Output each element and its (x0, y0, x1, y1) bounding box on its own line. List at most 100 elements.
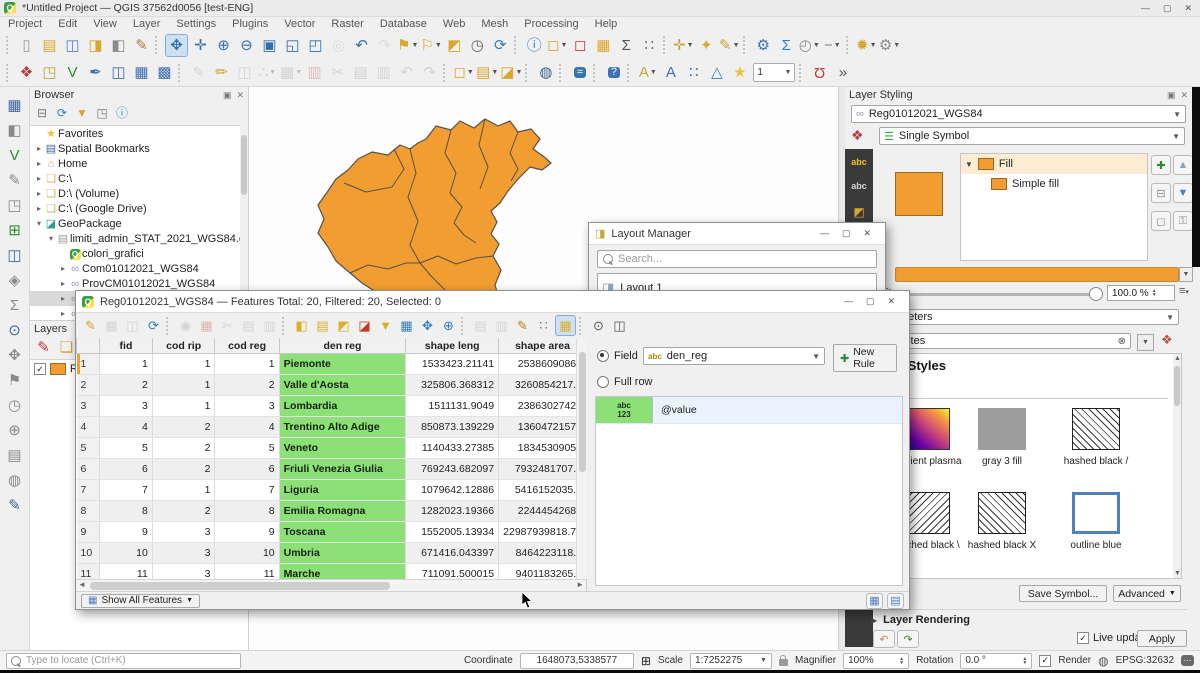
cell-fid[interactable]: 1 (100, 354, 153, 375)
cell-cod-rip[interactable]: 2 (152, 438, 215, 459)
3d-view-tab-icon[interactable]: ◩ (853, 205, 864, 219)
browser-item-home[interactable]: ▸⌂Home (30, 156, 240, 171)
cell-den-reg[interactable]: Emilia Romagna (279, 501, 406, 522)
cell-cod-rip[interactable]: 1 (152, 375, 215, 396)
style-manager-icon[interactable]: ✎ (131, 35, 152, 56)
style-tile-outline[interactable] (1072, 492, 1120, 534)
zoom-out-icon[interactable]: ⊖ (236, 35, 257, 56)
undock-panel-icon[interactable]: ▣ (223, 90, 232, 101)
time-tool-icon[interactable]: ◷ (4, 395, 25, 416)
fullrow-radio[interactable] (597, 376, 609, 388)
duplicate-symbol-button[interactable]: ◻ (1151, 211, 1171, 231)
table-row[interactable]: 1111311Marche711091.5000159401183265.4 (77, 564, 587, 580)
globe-tool-icon[interactable]: ◍ (4, 470, 25, 491)
fullrow-radio-option[interactable]: Full row (597, 376, 653, 388)
cell-shape-area[interactable]: 9401183265.4 (499, 564, 587, 580)
dialog-close-button[interactable]: ✕ (863, 228, 871, 239)
cell-cod-rip[interactable]: 1 (152, 480, 215, 501)
pan-tool-icon[interactable]: ✥ (4, 345, 25, 366)
symbol-tree-fill-row[interactable]: ▼ Fill (961, 154, 1147, 174)
browser-item-com01012021-wgs84[interactable]: ▸∞Com01012021_WGS84 (30, 261, 240, 276)
cell-shape-area[interactable]: 18345309055 (499, 438, 587, 459)
attribute-table-grid[interactable]: fidcod ripcod regden regshape lengshape … (76, 338, 588, 579)
cell-fid[interactable]: 3 (100, 396, 153, 417)
style-tile-gray[interactable] (978, 408, 1026, 450)
zoom-last-icon[interactable]: ↶ (351, 35, 372, 56)
form-view-icon[interactable]: ▤ (887, 593, 904, 609)
cell-shape-area[interactable]: 25386090869 (499, 354, 587, 375)
undock-styling-icon[interactable]: ▣ (1167, 90, 1176, 101)
metasearch-icon[interactable]: ◍ (535, 62, 556, 83)
add-group-icon[interactable]: ❏ (56, 337, 77, 358)
cell-cod-reg[interactable]: 3 (215, 396, 279, 417)
table-horizontal-scrollbar[interactable]: ◄ ► (76, 579, 587, 591)
browser-item-limiti-admin-stat-2021-wgs84-gpkg[interactable]: ▾▤limiti_admin_STAT_2021_WGS84.gpkg (30, 231, 240, 246)
pan-to-selection-icon[interactable]: ✥ (418, 316, 437, 335)
statistics-summary-icon[interactable]: ∷ (639, 35, 660, 56)
python-console-icon[interactable]: ≈ (569, 62, 590, 83)
column-header-fid[interactable]: fid (100, 338, 153, 354)
cell-shape-area[interactable]: 22987939818.78 (499, 522, 587, 543)
column-header-cod-reg[interactable]: cod reg (215, 338, 279, 354)
menu-settings[interactable]: Settings (168, 18, 224, 30)
minus-tool-icon[interactable]: −▼ (822, 35, 843, 56)
unit-select[interactable]: Millimeters ▼ (875, 309, 1179, 325)
table-row[interactable]: 1111Piemonte1533423.2114125386090869 (77, 354, 587, 375)
cell-fid[interactable]: 11 (100, 564, 153, 580)
zoom-in-icon[interactable]: ⊕ (213, 35, 234, 56)
render-checkbox[interactable]: ✓ (1039, 655, 1051, 667)
cell-cod-reg[interactable]: 5 (215, 438, 279, 459)
cell-shape-leng[interactable]: 1552005.13934 (406, 522, 499, 543)
opacity-slider-handle[interactable] (1089, 287, 1103, 301)
cell-den-reg[interactable]: Valle d'Aosta (279, 375, 406, 396)
move-selection-top-icon[interactable]: ▦ (397, 316, 416, 335)
format-rule-row[interactable]: abc 123 @value (596, 397, 902, 424)
browser-item-c-[interactable]: ▸❏C:\ (30, 171, 240, 186)
collapse-all-icon[interactable]: ⊟ (33, 104, 51, 122)
toolbar-overflow-icon[interactable]: » (832, 62, 853, 83)
map-tips-icon[interactable]: ✦ (696, 35, 717, 56)
reload-table-icon[interactable]: ⟳ (144, 316, 163, 335)
browser-item-geopackage[interactable]: ▾◪GeoPackage (30, 216, 240, 231)
layer-panel-tool-icon[interactable]: ◧ (4, 120, 25, 141)
cell-fid[interactable]: 6 (100, 459, 153, 480)
menu-help[interactable]: Help (587, 18, 626, 30)
live-update-checkbox[interactable]: ✓ (1077, 632, 1089, 644)
move-up-button[interactable]: ▲ (1173, 155, 1193, 175)
add-postgis-layer-icon[interactable]: ◫ (108, 62, 129, 83)
browser-item-d-volume-[interactable]: ▸❏D:\ (Volume) (30, 186, 240, 201)
table-row[interactable]: 2212Valle d'Aosta325806.3683123260854217… (77, 375, 587, 396)
cell-shape-leng[interactable]: 1533423.21141 (406, 354, 499, 375)
cell-cod-reg[interactable]: 6 (215, 459, 279, 480)
menu-database[interactable]: Database (372, 18, 435, 30)
snapping-magnet-icon[interactable]: Ω (809, 62, 830, 83)
symbol-tree-simplefill-row[interactable]: Simple fill (961, 174, 1147, 194)
add-vector-layer-icon[interactable]: V (62, 62, 83, 83)
label-tool-icon[interactable]: A▼ (637, 62, 658, 83)
cell-den-reg[interactable]: Liguria (279, 480, 406, 501)
close-panel-icon[interactable]: ✕ (236, 90, 244, 101)
new-project-icon[interactable]: ▯ (16, 35, 37, 56)
cell-shape-leng[interactable]: 325806.368312 (406, 375, 499, 396)
symbology-tab-icon[interactable]: ❖ (851, 127, 864, 144)
extents-icon[interactable]: ⊞ (641, 654, 651, 668)
processing-toolbox-icon[interactable]: ⚙ (753, 35, 774, 56)
row-number[interactable]: 7 (77, 480, 100, 501)
cell-cod-reg[interactable]: 9 (215, 522, 279, 543)
table-row[interactable]: 4424Trentino Alto Adige850873.1392291360… (77, 417, 587, 438)
attr-close-button[interactable]: ✕ (887, 296, 895, 307)
new-spatial-bookmark-icon[interactable]: ⚑▼ (397, 35, 418, 56)
cell-den-reg[interactable]: Trentino Alto Adige (279, 417, 406, 438)
identify-features-icon[interactable]: ⓘ (524, 35, 545, 56)
add-spatialite-layer-icon[interactable]: ✒ (85, 62, 106, 83)
abacus-icon[interactable]: ∷ (534, 316, 553, 335)
cell-cod-rip[interactable]: 1 (152, 396, 215, 417)
new-rule-button[interactable]: ✚ New Rule (833, 344, 897, 372)
browser-item-colori-grafici[interactable]: Qcolori_grafici (30, 246, 240, 261)
cell-shape-area[interactable]: 13604721571 (499, 417, 587, 438)
field-radio-option[interactable]: Field (597, 350, 638, 362)
annotations-icon[interactable]: ✎▼ (719, 35, 740, 56)
field-select[interactable]: abc den_reg ▼ (643, 347, 825, 365)
table-row[interactable]: 5525Veneto1140433.2738518345309055 (77, 438, 587, 459)
cell-den-reg[interactable]: Piemonte (279, 354, 406, 375)
